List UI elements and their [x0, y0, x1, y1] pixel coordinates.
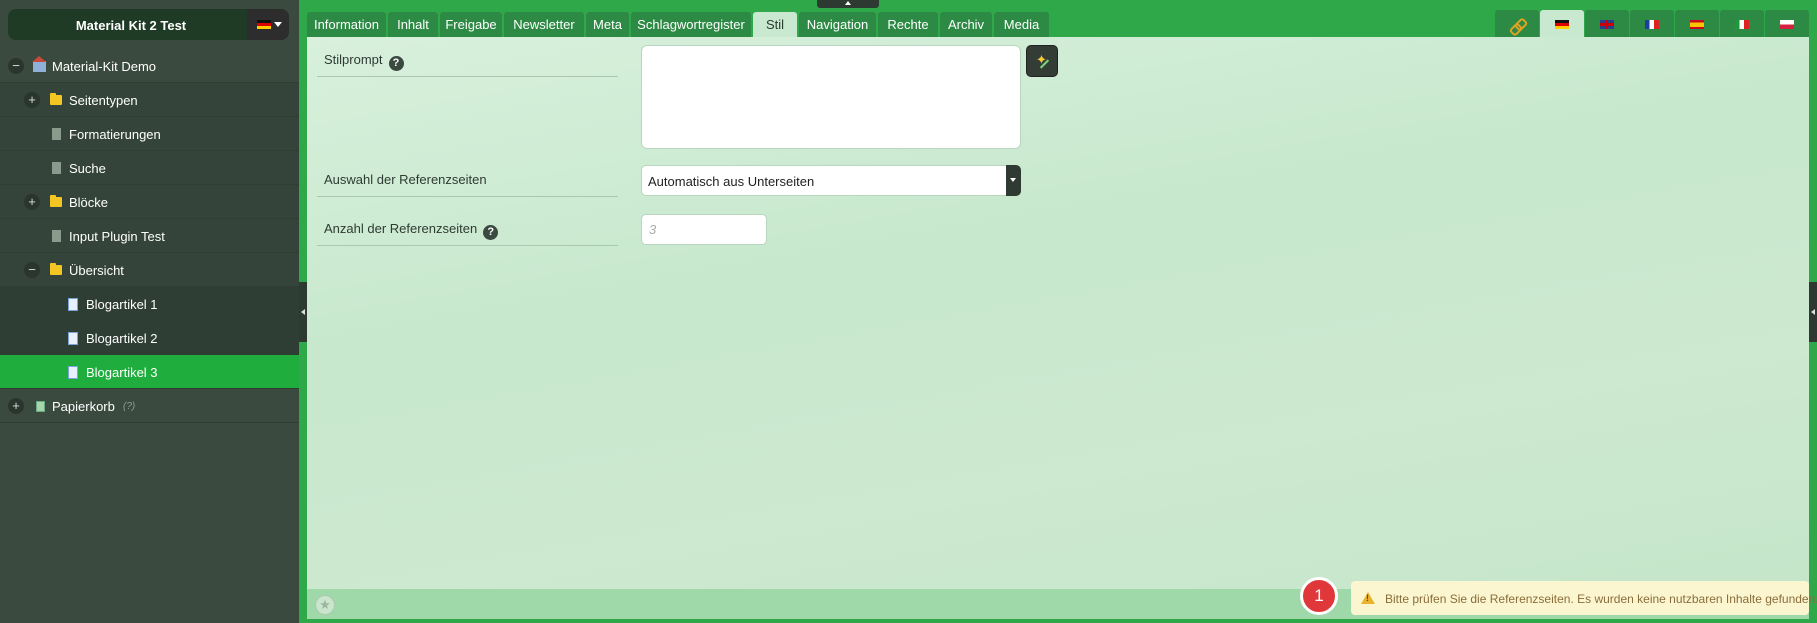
- tree-item-papierkorb[interactable]: + Papierkorb (?): [0, 389, 299, 423]
- page-icon: [52, 128, 61, 140]
- tree-item-label: Blogartikel 1: [86, 297, 158, 312]
- help-icon[interactable]: ?: [483, 225, 499, 240]
- language-tab-fr[interactable]: [1630, 10, 1674, 37]
- tree-item-label: Formatierungen: [69, 127, 161, 142]
- tree-item-material-kit-demo[interactable]: − Material-Kit Demo: [0, 49, 299, 83]
- tab-inhalt[interactable]: Inhalt: [388, 12, 438, 37]
- tree-item-uebersicht[interactable]: − Übersicht: [0, 253, 299, 287]
- tab-stil[interactable]: Stil: [753, 12, 797, 37]
- tree-item-label: Seitentypen: [69, 93, 138, 108]
- language-dropdown-button[interactable]: [247, 9, 289, 40]
- tree-item-label: Blöcke: [69, 195, 109, 210]
- collapse-toggle[interactable]: −: [24, 262, 40, 278]
- flag-it-icon: [1735, 20, 1749, 29]
- page-icon: [68, 332, 78, 345]
- reference-count-label: Anzahl der Referenzseiten?: [317, 221, 618, 246]
- tab-rechte[interactable]: Rechte: [878, 12, 938, 37]
- reference-pages-selected-value: Automatisch aus Unterseiten: [648, 174, 815, 189]
- right-panel-handle[interactable]: [1809, 282, 1817, 342]
- style-prompt-label: Stilprompt?: [317, 52, 618, 77]
- magic-wand-icon: [1036, 52, 1050, 69]
- caret-down-icon: [274, 22, 282, 27]
- trash-count-note: (?): [123, 401, 136, 412]
- flag-pl-icon: [1780, 20, 1794, 29]
- flag-de-icon: [257, 20, 271, 29]
- tab-schlagwortregister[interactable]: Schlagwortregister: [631, 12, 751, 37]
- reference-pages-select[interactable]: Automatisch aus Unterseiten: [641, 165, 1021, 196]
- favorite-star-button[interactable]: ★: [315, 595, 335, 615]
- tab-information[interactable]: Information: [307, 12, 386, 37]
- warning-notification-text: Bitte prüfen Sie die Referenzseiten. Es …: [1385, 592, 1817, 606]
- tree-item-bloecke[interactable]: + Blöcke: [0, 185, 299, 219]
- reference-pages-label: Auswahl der Referenzseiten: [317, 172, 618, 197]
- page-tree: − Material-Kit Demo + Seitentypen Format…: [0, 49, 299, 423]
- style-prompt-textarea[interactable]: [641, 45, 1021, 149]
- tree-item-label: Input Plugin Test: [69, 229, 165, 244]
- language-tab-links[interactable]: [1495, 10, 1539, 37]
- folder-icon: [50, 195, 62, 207]
- link-icon: [1510, 20, 1524, 32]
- tree-item-label: Blogartikel 2: [86, 331, 158, 346]
- site-title: Material Kit 2 Test: [75, 18, 187, 33]
- message-count-badge[interactable]: 1: [1300, 577, 1338, 615]
- flag-fr-icon: [1645, 20, 1659, 29]
- tab-media[interactable]: Media: [994, 12, 1049, 37]
- tree-item-label: Papierkorb: [52, 399, 115, 414]
- site-selector[interactable]: Material Kit 2 Test: [8, 9, 289, 40]
- style-prompt-label-text: Stilprompt: [324, 52, 383, 67]
- tree-item-blogartikel-1[interactable]: Blogartikel 1: [0, 287, 299, 321]
- collapse-toggle[interactable]: −: [8, 58, 24, 74]
- tree-item-blogartikel-2[interactable]: Blogartikel 2: [0, 321, 299, 355]
- folder-icon: [50, 93, 62, 105]
- reference-count-label-text: Anzahl der Referenzseiten: [324, 221, 478, 236]
- tab-newsletter[interactable]: Newsletter: [504, 12, 584, 37]
- language-tab-es[interactable]: [1675, 10, 1719, 37]
- tree-item-label: Material-Kit Demo: [52, 59, 157, 74]
- trash-icon: [36, 401, 45, 412]
- warning-icon: [1361, 592, 1375, 604]
- generate-style-button[interactable]: [1026, 45, 1058, 77]
- folder-open-icon: [50, 263, 62, 275]
- flag-de-icon: [1555, 20, 1569, 29]
- tree-item-label: Blogartikel 3: [86, 365, 158, 380]
- tab-freigabe[interactable]: Freigabe: [440, 12, 502, 37]
- expand-toggle[interactable]: +: [8, 398, 24, 414]
- expand-toggle[interactable]: +: [24, 194, 40, 210]
- sidebar-collapse-handle[interactable]: [299, 282, 307, 342]
- page-icon: [52, 230, 61, 242]
- help-icon[interactable]: ?: [388, 56, 404, 71]
- header-collapse-handle[interactable]: [817, 0, 879, 8]
- tab-navigation[interactable]: Navigation: [799, 12, 876, 37]
- tree-item-seitentypen[interactable]: + Seitentypen: [0, 83, 299, 117]
- language-tab-pl[interactable]: [1765, 10, 1809, 37]
- tab-meta[interactable]: Meta: [586, 12, 629, 37]
- tree-item-label: Suche: [69, 161, 106, 176]
- warning-notification[interactable]: Bitte prüfen Sie die Referenzseiten. Es …: [1351, 581, 1817, 615]
- tree-item-suche[interactable]: Suche: [0, 151, 299, 185]
- page-icon: [68, 298, 78, 311]
- tree-item-input-plugin-test[interactable]: Input Plugin Test: [0, 219, 299, 253]
- content-panel: Stilprompt? Auswahl der Referenzseiten A…: [307, 37, 1809, 589]
- reference-count-input[interactable]: [641, 214, 767, 245]
- tab-archiv[interactable]: Archiv: [940, 12, 992, 37]
- home-icon: [32, 56, 46, 72]
- chevron-down-icon[interactable]: [1006, 165, 1021, 196]
- sidebar: Material Kit 2 Test − Material-Kit Demo …: [0, 0, 299, 623]
- language-tab-en[interactable]: [1585, 10, 1629, 37]
- flag-es-icon: [1690, 20, 1704, 29]
- tree-item-formatierungen[interactable]: Formatierungen: [0, 117, 299, 151]
- tree-item-blogartikel-3[interactable]: Blogartikel 3: [0, 355, 299, 389]
- language-tab-it[interactable]: [1720, 10, 1764, 37]
- language-tab-de[interactable]: [1540, 10, 1584, 37]
- page-icon: [52, 162, 61, 174]
- expand-toggle[interactable]: +: [24, 92, 40, 108]
- tree-item-label: Übersicht: [69, 263, 124, 278]
- page-icon: [68, 366, 78, 379]
- flag-gb-icon: [1600, 20, 1614, 29]
